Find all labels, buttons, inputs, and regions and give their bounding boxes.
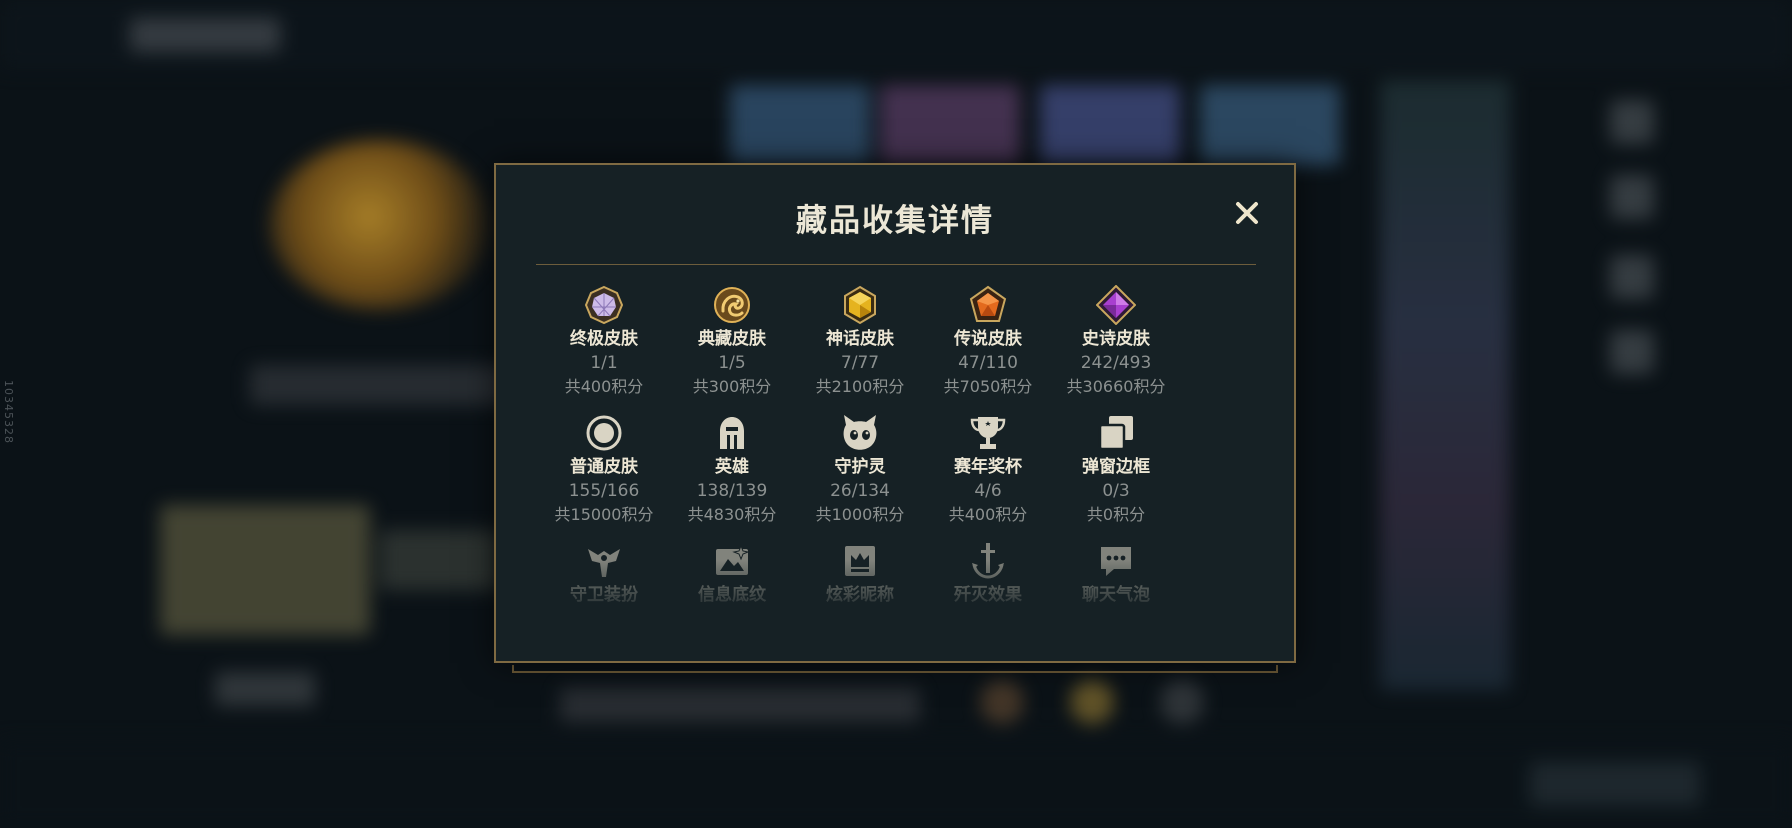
bg-side-icon — [1610, 330, 1654, 374]
item-count: 242/493 — [1080, 353, 1152, 373]
item-count: 26/134 — [830, 481, 890, 501]
bg-skin-thumb — [1040, 85, 1180, 165]
collection-grid: 终极皮肤 1/1 共400积分 典藏皮肤 1/5 共300积分 神话皮肤 7/7… — [536, 285, 1256, 605]
item-name: 守卫装扮 — [570, 585, 638, 605]
item-points: 共300积分 — [692, 377, 772, 396]
modal-shadow-frame — [512, 665, 1278, 673]
collection-item: 聊天气泡 — [1052, 541, 1180, 607]
prestige-dragon-icon — [714, 287, 750, 323]
item-name: 炫彩昵称 — [826, 585, 894, 605]
item-count: 4/6 — [974, 481, 1002, 501]
item-name: 普通皮肤 — [570, 457, 638, 477]
collection-item: 弹窗边框 0/3 共0积分 — [1052, 413, 1180, 527]
close-icon — [1236, 202, 1258, 224]
bg-card — [160, 505, 370, 635]
collection-item: 终极皮肤 1/1 共400积分 — [540, 285, 668, 399]
collection-item: 史诗皮肤 242/493 共30660积分 — [1052, 285, 1180, 399]
bg-bottom-icon — [1070, 680, 1114, 724]
item-points: 共4830积分 — [687, 505, 777, 524]
item-count: 155/166 — [568, 481, 640, 501]
item-name: 守护灵 — [834, 457, 886, 477]
collection-item: 信息底纹 — [668, 541, 796, 607]
collection-item: 赛年奖杯 4/6 共400积分 — [924, 413, 1052, 527]
collection-item: 英雄 138/139 共4830积分 — [668, 413, 796, 527]
item-name: 终极皮肤 — [570, 329, 638, 349]
mythic-gem-icon — [844, 285, 876, 325]
item-name: 赛年奖杯 — [954, 457, 1022, 477]
collection-item: 炫彩昵称 — [796, 541, 924, 607]
bg-side-icon — [1610, 100, 1654, 144]
item-name: 聊天气泡 — [1082, 585, 1150, 605]
bg-champion-art — [270, 140, 490, 310]
item-count: 1/1 — [590, 353, 618, 373]
item-name: 歼灭效果 — [954, 585, 1022, 605]
bg-bottom-row — [560, 688, 920, 722]
bg-side-icon — [1610, 255, 1654, 299]
item-points: 共15000积分 — [554, 505, 654, 524]
item-points: 共400积分 — [564, 377, 644, 396]
collection-item: 传说皮肤 47/110 共7050积分 — [924, 285, 1052, 399]
item-name: 弹窗边框 — [1082, 457, 1150, 477]
ward-icon — [588, 549, 620, 577]
bg-button — [215, 672, 315, 706]
collection-details-modal: 藏品收集详情 终极皮肤 1/1 共400积分 典藏皮肤 1/5 共300积分 神… — [494, 163, 1296, 663]
bg-side-icon — [1610, 175, 1654, 219]
item-name: 传说皮肤 — [954, 329, 1022, 349]
item-points: 共400积分 — [948, 505, 1028, 524]
bg-footer-button — [1530, 762, 1700, 806]
banner-image-icon — [716, 544, 750, 575]
collection-item: 神话皮肤 7/77 共2100积分 — [796, 285, 924, 399]
frames-icon — [1098, 416, 1133, 451]
item-name: 史诗皮肤 — [1082, 329, 1150, 349]
item-count: 47/110 — [958, 353, 1018, 373]
item-points: 共1000积分 — [815, 505, 905, 524]
bg-title-block — [130, 18, 280, 52]
legendary-gem-icon — [969, 285, 1007, 322]
collection-item: 典藏皮肤 1/5 共300积分 — [668, 285, 796, 399]
item-name: 神话皮肤 — [826, 329, 894, 349]
bg-skin-thumb — [1200, 85, 1340, 165]
item-points: 共30660积分 — [1066, 377, 1166, 396]
ultimate-gem-icon — [584, 285, 624, 325]
bg-skin-thumb — [730, 85, 870, 165]
helmet-icon — [720, 417, 744, 449]
item-points: 共7050积分 — [943, 377, 1033, 396]
trophy-icon — [970, 417, 1006, 449]
item-name: 典藏皮肤 — [698, 329, 766, 349]
item-count: 7/77 — [840, 353, 880, 373]
title-divider — [536, 264, 1256, 265]
item-count: 138/139 — [696, 481, 768, 501]
modal-title: 藏品收集详情 — [796, 203, 994, 239]
bg-skin-thumb — [880, 85, 1020, 165]
bg-bottom-icon — [1160, 680, 1204, 724]
bg-bottom-icon — [980, 680, 1024, 724]
guardian-face-icon — [843, 415, 877, 450]
close-button[interactable] — [1229, 195, 1265, 231]
collection-item: 歼灭效果 — [924, 541, 1052, 607]
item-name: 信息底纹 — [698, 585, 766, 605]
item-count: 1/5 — [718, 353, 746, 373]
standard-circle-icon — [586, 415, 622, 451]
collection-item: 普通皮肤 155/166 共15000积分 — [540, 413, 668, 527]
collection-item: 守卫装扮 — [540, 541, 668, 607]
bg-card-secondary — [380, 530, 500, 590]
item-points: 共2100积分 — [815, 377, 905, 396]
item-name: 英雄 — [715, 457, 749, 477]
epic-gem-icon — [1096, 285, 1136, 325]
item-count: 0/3 — [1102, 481, 1130, 501]
chat-bubble-icon — [1101, 547, 1131, 576]
crown-card-icon — [845, 546, 875, 576]
item-points: 共0积分 — [1086, 505, 1146, 524]
collection-item: 守护灵 26/134 共1000积分 — [796, 413, 924, 527]
bg-skin-column — [1380, 80, 1510, 690]
side-id-text: 10345328 — [2, 380, 15, 444]
bg-name-bar — [250, 365, 510, 405]
anchor-sword-icon — [972, 543, 1004, 579]
bg-footer — [0, 740, 1792, 828]
screen: 10345328 藏品收集详情 终极皮肤 1/1 共400积分 典藏皮肤 1/5… — [0, 0, 1792, 828]
